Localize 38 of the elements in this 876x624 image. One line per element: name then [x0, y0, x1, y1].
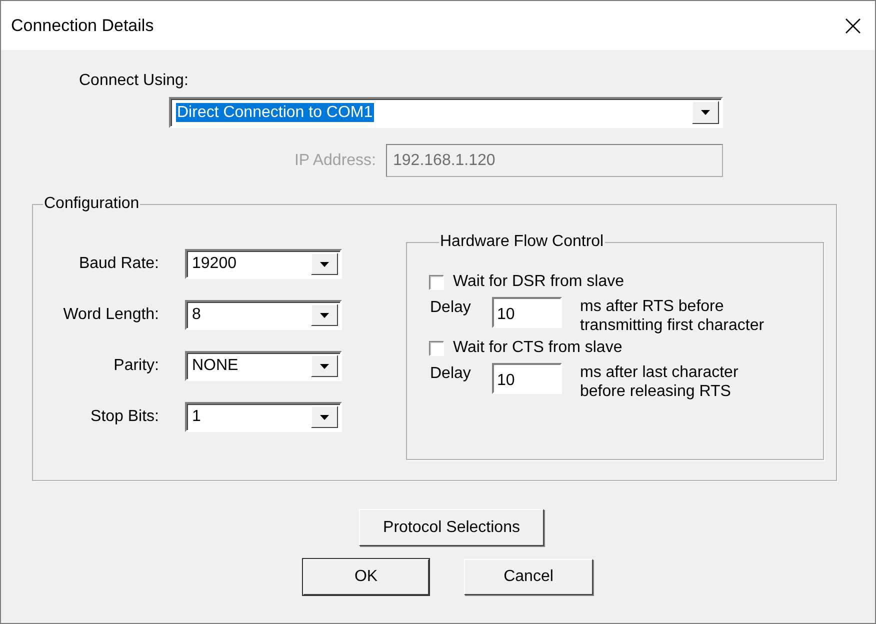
checkbox[interactable]: [429, 340, 444, 356]
dropdown-arrow-button[interactable]: [311, 253, 338, 275]
delay-field[interactable]: 10: [492, 363, 562, 394]
field-label: Delay: [430, 299, 472, 317]
window-title: Connection Details: [11, 16, 154, 36]
dropdown-arrow-button[interactable]: [311, 304, 338, 326]
dropdown[interactable]: 1: [185, 402, 342, 432]
dropdown[interactable]: 19200: [185, 249, 342, 279]
field-label: Parity:: [112, 357, 159, 375]
caret-icon: [320, 312, 329, 318]
group-title: Configuration: [43, 195, 140, 213]
dropdown-arrow-button[interactable]: [311, 406, 338, 428]
group-title: Hardware Flow Control: [439, 233, 605, 251]
caret-icon: [320, 364, 329, 368]
delay-note: ms after RTS before transmitting first character: [580, 297, 764, 335]
field-label: Delay: [430, 365, 472, 383]
checkbox-label: Wait for DSR from slave: [453, 273, 624, 291]
delay-field[interactable]: 10: [492, 297, 562, 328]
dialog-button[interactable]: OK: [303, 559, 429, 595]
caret-icon: [701, 110, 710, 115]
dialog-button[interactable]: Cancel: [464, 559, 593, 595]
protocol-selections-button[interactable]: Protocol Selections: [359, 509, 544, 546]
dropdown[interactable]: NONE: [185, 351, 342, 381]
field-label: Connect Using:: [79, 72, 188, 90]
close-icon[interactable]: [845, 18, 861, 34]
checkbox[interactable]: [429, 274, 444, 290]
dropdown[interactable]: 8: [185, 300, 342, 330]
field-label: IP Address:: [293, 152, 376, 170]
caret-icon: [320, 262, 329, 266]
caret-icon: [320, 414, 329, 420]
dropdown-arrow-button[interactable]: [311, 355, 338, 377]
checkbox-label: Wait for CTS from slave: [453, 339, 622, 357]
field-label: Baud Rate:: [78, 255, 159, 273]
delay-note: ms after last character before releasing RTS: [580, 363, 738, 401]
field-label: Stop Bits:: [90, 408, 159, 426]
field-label: Word Length:: [62, 306, 159, 324]
connection-dropdown[interactable]: Direct Connection to COM1: [169, 97, 723, 128]
dropdown-arrow-button[interactable]: [692, 101, 719, 124]
